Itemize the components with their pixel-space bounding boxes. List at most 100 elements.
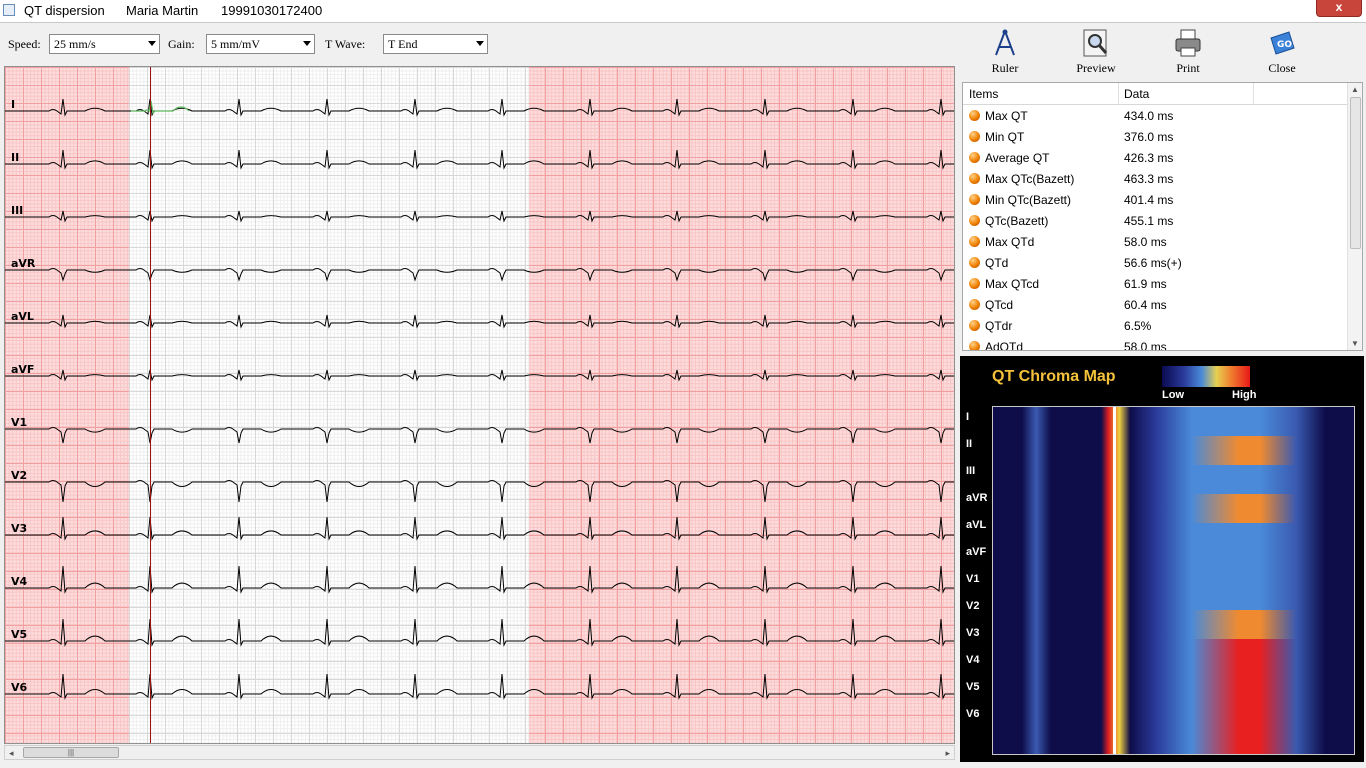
app-icon xyxy=(3,4,15,16)
ecg-trace xyxy=(5,314,954,329)
chevron-down-icon xyxy=(303,41,311,46)
table-row[interactable]: QTd 56.6 ms(+) xyxy=(963,252,1362,273)
ecg-trace xyxy=(5,480,954,503)
speed-select[interactable]: 25 mm/s xyxy=(49,34,160,54)
chroma-lead-label: V5 xyxy=(966,681,980,693)
table-row[interactable]: Max QTcd 61.9 ms xyxy=(963,273,1362,294)
chroma-marker-line xyxy=(1113,407,1116,754)
close-label: Close xyxy=(1268,61,1296,75)
gain-label: Gain: xyxy=(168,37,195,51)
chroma-title: QT Chroma Map xyxy=(992,368,1116,385)
chroma-lead-label: aVL xyxy=(966,519,987,531)
row-item: QTc(Bazett) xyxy=(985,214,1049,228)
table-scrollbar[interactable]: ▲ ▼ xyxy=(1347,83,1362,350)
chroma-band xyxy=(993,697,1354,726)
chroma-band xyxy=(993,610,1354,639)
lead-label: III xyxy=(11,204,24,217)
scroll-down-icon[interactable]: ▼ xyxy=(1351,339,1359,348)
svg-text:GO: GO xyxy=(1277,40,1292,50)
status-dot-icon xyxy=(969,215,980,226)
row-item: QTcd xyxy=(985,298,1014,312)
row-data: 463.3 ms xyxy=(1124,172,1174,186)
chroma-lead-label: V4 xyxy=(966,654,980,666)
window-close-button[interactable]: x xyxy=(1316,0,1362,17)
chroma-lead-label: aVR xyxy=(966,492,988,504)
table-row[interactable]: QTcd 60.4 ms xyxy=(963,294,1362,315)
status-dot-icon xyxy=(969,194,980,205)
row-item: QTdr xyxy=(985,319,1013,333)
chroma-lead-label: II xyxy=(966,438,973,450)
column-header[interactable]: Items xyxy=(969,87,998,101)
ecg-trace xyxy=(5,673,954,700)
status-dot-icon xyxy=(969,299,980,310)
ecg-panel[interactable]: I II III aVR aVL aVF V1 V2 V3 V4 V5 V6 xyxy=(4,66,955,744)
table-row[interactable]: Min QT 376.0 ms xyxy=(963,126,1362,147)
gain-select[interactable]: 5 mm/mV xyxy=(206,34,315,54)
scrollbar-thumb[interactable] xyxy=(1350,97,1361,249)
print-label: Print xyxy=(1176,61,1200,75)
column-header[interactable]: Data xyxy=(1124,87,1149,101)
scrollbar-thumb[interactable]: ||| xyxy=(23,747,119,758)
preview-button[interactable]: Preview xyxy=(1066,28,1126,76)
row-data: 434.0 ms xyxy=(1124,109,1174,123)
close-button[interactable]: GO Close xyxy=(1252,28,1312,76)
lead-label: V2 xyxy=(11,469,28,482)
lead-label: V1 xyxy=(11,416,28,429)
row-data: 6.5% xyxy=(1124,319,1152,333)
chroma-band xyxy=(993,494,1354,523)
scroll-up-icon[interactable]: ▲ xyxy=(1351,85,1359,94)
table-row[interactable]: Max QTc(Bazett) 463.3 ms xyxy=(963,168,1362,189)
patient-name: Maria Martin xyxy=(126,3,199,18)
row-item: Max QTd xyxy=(985,235,1035,249)
twave-select[interactable]: T End xyxy=(383,34,488,54)
window-title: QT dispersion xyxy=(24,3,105,18)
row-item: Min QT xyxy=(985,130,1025,144)
chroma-band xyxy=(993,436,1354,465)
row-item: QTd xyxy=(985,256,1009,270)
lead-label: I xyxy=(11,98,16,111)
chroma-lead-label: I xyxy=(966,411,970,423)
row-item: AdQTd xyxy=(985,340,1024,351)
chroma-lead-label: V1 xyxy=(966,573,980,585)
ecg-trace xyxy=(5,268,954,282)
table-row[interactable]: QTc(Bazett) 455.1 ms xyxy=(963,210,1362,231)
table-row[interactable]: AdQTd 58.0 ms xyxy=(963,336,1362,351)
table-row[interactable]: Max QT 434.0 ms xyxy=(963,105,1362,126)
table-body: Max QT 434.0 ms Min QT 376.0 ms Average QT 42… xyxy=(963,105,1362,351)
twave-value: T End xyxy=(388,37,418,51)
table-row[interactable]: Min QTc(Bazett) 401.4 ms xyxy=(963,189,1362,210)
print-button[interactable]: Print xyxy=(1158,28,1218,76)
chroma-lead-label: V2 xyxy=(966,600,980,612)
row-item: Max QTc(Bazett) xyxy=(985,172,1075,186)
ruler-icon xyxy=(990,28,1020,58)
chroma-lead-label: aVF xyxy=(966,546,987,558)
ecg-trace xyxy=(5,516,954,541)
chroma-heatmap xyxy=(992,406,1355,755)
status-dot-icon xyxy=(969,152,980,163)
lead-label: V5 xyxy=(11,628,28,641)
highlighted-beat[interactable] xyxy=(131,100,190,115)
status-dot-icon xyxy=(969,110,980,121)
print-icon xyxy=(1173,28,1203,58)
status-dot-icon xyxy=(969,278,980,289)
ruler-button[interactable]: Ruler xyxy=(975,28,1035,76)
scroll-right-icon[interactable]: ▸ xyxy=(945,748,950,759)
row-data: 401.4 ms xyxy=(1124,193,1174,207)
ecg-trace xyxy=(5,565,954,594)
twave-label: T Wave: xyxy=(325,37,366,51)
horizontal-scrollbar[interactable]: ◂ ||| ▸ xyxy=(4,745,955,760)
row-data: 426.3 ms xyxy=(1124,151,1174,165)
table-row[interactable]: QTdr 6.5% xyxy=(963,315,1362,336)
table-row[interactable]: Average QT 426.3 ms xyxy=(963,147,1362,168)
row-data: 58.0 ms xyxy=(1124,340,1167,351)
table-row[interactable]: Max QTd 58.0 ms xyxy=(963,231,1362,252)
chroma-band xyxy=(993,552,1354,581)
status-dot-icon xyxy=(969,257,980,268)
scroll-left-icon[interactable]: ◂ xyxy=(9,748,14,759)
chroma-band xyxy=(993,639,1354,668)
lead-label: aVL xyxy=(11,310,34,323)
time-marker-line[interactable] xyxy=(150,67,151,743)
row-item: Max QT xyxy=(985,109,1028,123)
chroma-color-scale xyxy=(1162,366,1250,387)
gain-value: 5 mm/mV xyxy=(211,37,261,51)
